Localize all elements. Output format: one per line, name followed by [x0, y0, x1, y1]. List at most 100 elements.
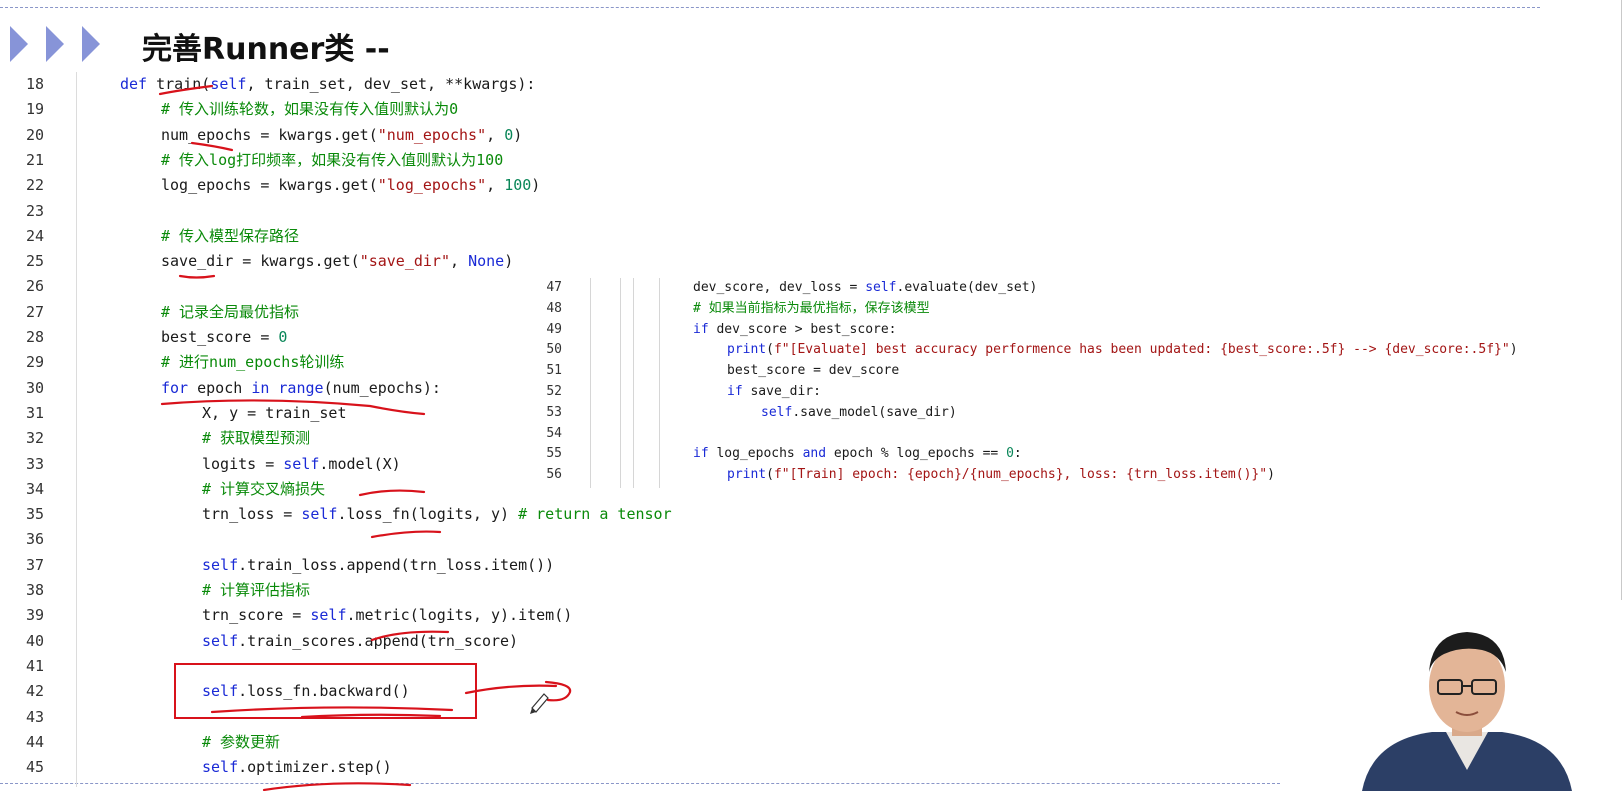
line-number: 47	[546, 280, 562, 295]
code-token: epoch % log_epochs ==	[826, 446, 1007, 462]
code-token: .train_scores.append(trn_score)	[238, 631, 519, 650]
code-token: # 获取模型预测	[202, 429, 311, 448]
code-text: print(f"[Evaluate] best accuracy perform…	[727, 340, 1518, 361]
code-line: 20 num_epochs = kwargs.get("num_epochs", …	[0, 123, 1200, 148]
code-token: .model(X)	[319, 454, 401, 473]
code-text: if dev_score > best_score:	[693, 320, 897, 341]
code-token: f"[Train] epoch: {epoch}/{num_epochs}, l…	[773, 467, 1268, 483]
code-text: self.optimizer.step()	[202, 755, 392, 780]
code-text: # 记录全局最优指标	[161, 300, 299, 325]
code-token: 0	[278, 328, 288, 346]
line-number: 54	[546, 425, 562, 441]
line-number: 48	[546, 300, 562, 316]
code-line: 18 def train(self, train_set, dev_set, **…	[0, 72, 1200, 97]
code-token: if	[727, 384, 743, 399]
code-text: best_score = 0	[161, 325, 287, 350]
code-token: .loss_fn(logits, y)	[337, 505, 519, 524]
code-text: # 传入log打印频率，如果没有传入值则默认为100	[161, 148, 503, 173]
code-token: # 传入模型保存路径	[161, 226, 300, 245]
presenter-webcam-overlay	[1362, 620, 1572, 791]
line-number: 45	[25, 758, 44, 777]
line-number: 29	[25, 353, 44, 372]
code-token: , train_set, dev_set, **kwargs):	[246, 75, 536, 93]
code-token: trn_score =	[202, 606, 311, 625]
code-text: print(f"[Train] epoch: {epoch}/{num_epoc…	[727, 465, 1275, 486]
line-number: 37	[25, 555, 44, 574]
code-text: # 参数更新	[202, 730, 280, 755]
code-token: 0	[504, 125, 514, 144]
code-text: for epoch in range(num_epochs):	[161, 376, 441, 401]
code-token: and	[802, 446, 827, 462]
code-line: 25 save_dir = kwargs.get("save_dir", None…	[0, 249, 1200, 274]
code-token: if	[693, 321, 709, 337]
code-token: best_score = dev_score	[727, 363, 900, 379]
line-number: 20	[25, 125, 44, 144]
right-edge-rule	[1621, 0, 1622, 600]
code-token: .evaluate(dev_set)	[896, 280, 1038, 295]
line-number: 22	[25, 176, 44, 195]
code-line: 50 print(f"[Evaluate] best accuracy perfo…	[520, 340, 1620, 361]
code-token: )	[504, 252, 514, 271]
line-number: 44	[25, 732, 44, 751]
line-number: 51	[546, 363, 562, 379]
code-line: 23	[0, 199, 1200, 224]
code-line: 44 # 参数更新	[0, 730, 1200, 755]
line-number: 38	[25, 581, 44, 599]
code-token: ,	[486, 125, 505, 144]
code-text: log_epochs = kwargs.get("log_epochs", 10…	[161, 173, 540, 198]
line-number: 33	[25, 454, 44, 473]
code-text: self.save_model(save_dir)	[761, 403, 957, 424]
code-text: logits = self.model(X)	[202, 452, 401, 477]
code-token: None	[468, 252, 505, 271]
line-number: 27	[25, 302, 44, 321]
chevron-right-icon	[82, 26, 100, 62]
slide-title: 完善Runner类 --	[142, 32, 390, 67]
code-token: (	[766, 342, 774, 358]
code-token: ,	[450, 252, 469, 271]
code-token: train(	[156, 75, 211, 93]
code-token: for	[161, 378, 189, 397]
code-token: "save_dir"	[359, 252, 450, 271]
code-token: self	[210, 75, 247, 93]
code-line: 40 self.train_scores.append(trn_score)	[0, 629, 1200, 654]
code-text: dev_score, dev_loss = self.evaluate(dev_…	[693, 278, 1037, 299]
line-number: 42	[25, 682, 44, 701]
line-number: 41	[25, 656, 44, 675]
code-text: # 获取模型预测	[202, 426, 310, 451]
code-line: 52 if save_dir:	[520, 382, 1620, 403]
code-token: )	[531, 176, 541, 195]
code-token: "num_epochs"	[377, 125, 487, 144]
slide-chevron-decoration	[10, 26, 120, 64]
line-number: 26	[25, 277, 44, 296]
inset-code-block: 47 dev_score, dev_loss = self.evaluate(de…	[520, 278, 1620, 492]
code-token: # 记录全局最优指标	[161, 302, 300, 321]
code-token: .train_loss.append(trn_loss.item())	[238, 555, 555, 574]
line-number: 21	[25, 150, 44, 169]
code-line: 49 if dev_score > best_score:	[520, 320, 1620, 341]
code-line: 39 trn_score = self.metric(logits, y).ite…	[0, 603, 1200, 628]
line-number: 30	[25, 378, 44, 397]
code-text: # 传入模型保存路径	[161, 224, 299, 249]
code-token: self	[202, 631, 239, 650]
line-number: 55	[546, 446, 562, 462]
code-line: 37 self.train_loss.append(trn_loss.item()…	[0, 553, 1200, 578]
line-number: 43	[25, 707, 44, 726]
bottom-dashed-divider	[0, 783, 1280, 784]
code-token: logits =	[202, 454, 284, 473]
code-line: 47 dev_score, dev_loss = self.evaluate(de…	[520, 278, 1620, 299]
code-text: if log_epochs and epoch % log_epochs == …	[693, 444, 1022, 465]
code-line: 35 trn_loss = self.loss_fn(logits, y) # r…	[0, 502, 1200, 527]
code-token: f"[Evaluate] best accuracy performence h…	[773, 342, 1510, 358]
top-dashed-divider	[0, 7, 1540, 8]
code-token: # return a tensor	[518, 505, 672, 524]
code-token: # 传入log打印频率，如果没有传入值则默认为100	[161, 150, 504, 169]
code-token: .metric(logits, y).item()	[346, 606, 573, 625]
line-number: 31	[25, 403, 44, 422]
code-text: # 计算评估指标	[202, 578, 310, 603]
code-token: (	[766, 467, 774, 483]
code-token: :	[1013, 446, 1022, 462]
underline-mark	[262, 782, 412, 791]
code-token: save_dir:	[742, 384, 821, 399]
code-text: if save_dir:	[727, 382, 821, 403]
code-text: def train(self, train_set, dev_set, **kw…	[120, 72, 535, 97]
